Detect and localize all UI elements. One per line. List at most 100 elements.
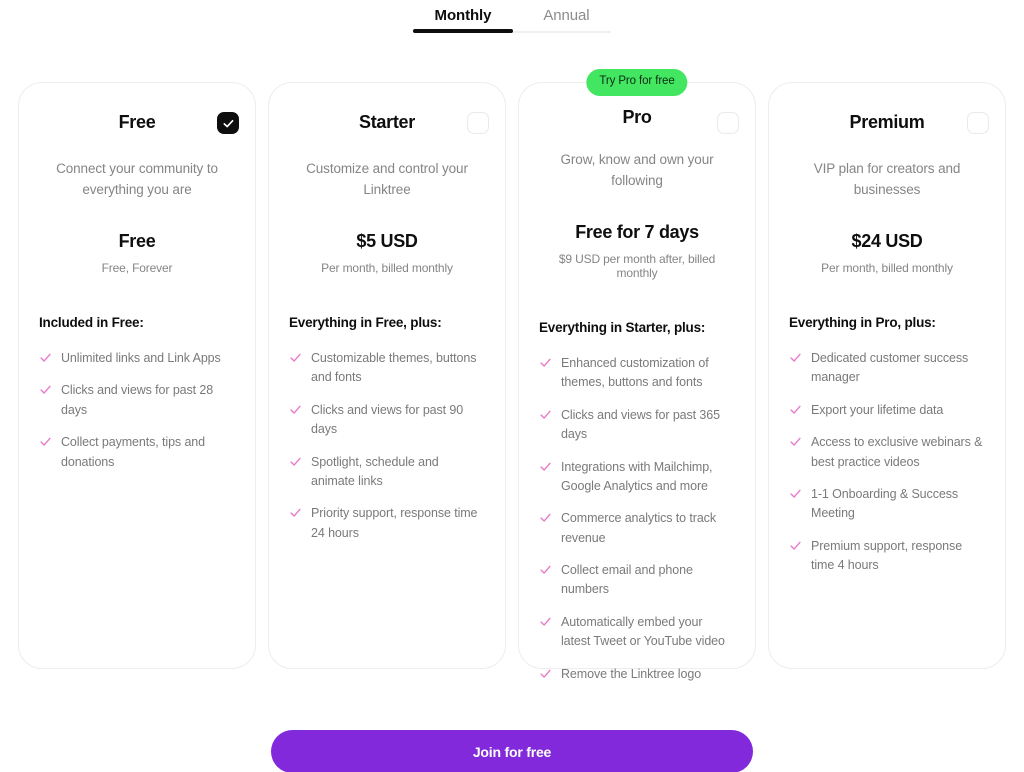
plan-features-starter: Customizable themes, buttons and fonts Cl… bbox=[289, 349, 485, 543]
plan-features-pro: Enhanced customization of themes, button… bbox=[539, 354, 735, 684]
plan-name-starter: Starter bbox=[359, 111, 415, 132]
feature-item: Export your lifetime data bbox=[789, 401, 985, 420]
plan-features-title-pro: Everything in Starter, plus: bbox=[539, 320, 706, 335]
feature-label: Dedicated customer success manager bbox=[811, 351, 969, 385]
plan-card-premium[interactable]: Premium VIP plan for creators and busine… bbox=[768, 82, 1006, 669]
check-icon bbox=[289, 506, 302, 519]
plan-price-pro: Free for 7 days bbox=[575, 222, 699, 242]
feature-item: Customizable themes, buttons and fonts bbox=[289, 349, 485, 388]
plan-select-checkbox-premium[interactable] bbox=[967, 112, 989, 134]
check-icon bbox=[789, 435, 802, 448]
plan-select-checkbox-pro[interactable] bbox=[717, 112, 739, 134]
plan-select-checkbox-starter[interactable] bbox=[467, 112, 489, 134]
check-icon bbox=[789, 403, 802, 416]
feature-item: Access to exclusive webinars & best prac… bbox=[789, 433, 985, 472]
feature-label: Clicks and views for past 365 days bbox=[561, 407, 720, 442]
plan-tagline-starter: Customize and control your Linktree bbox=[306, 161, 468, 197]
tabs-container: Monthly Annual bbox=[409, 0, 616, 42]
feature-label: Customizable themes, buttons and fonts bbox=[311, 351, 477, 385]
check-icon bbox=[39, 435, 52, 448]
plan-price-free: Free bbox=[118, 231, 156, 251]
check-icon bbox=[539, 460, 552, 473]
check-icon bbox=[789, 351, 802, 364]
plan-card-free[interactable]: Free Connect your community to everythin… bbox=[18, 82, 256, 669]
feature-label: Integrations with Mailchimp, Google Anal… bbox=[561, 459, 713, 493]
check-icon bbox=[539, 511, 552, 524]
feature-label: Automatically embed your latest Tweet or… bbox=[561, 614, 725, 649]
plan-header-free: Free bbox=[39, 107, 239, 137]
cta-container: Join for free bbox=[0, 730, 1024, 772]
check-icon bbox=[539, 615, 552, 628]
feature-label: Enhanced customization of themes, button… bbox=[561, 356, 709, 390]
feature-label: Commerce analytics to track revenue bbox=[561, 511, 716, 545]
plan-header-premium: Premium bbox=[789, 107, 989, 137]
feature-item: Integrations with Mailchimp, Google Anal… bbox=[539, 458, 735, 497]
join-for-free-button[interactable]: Join for free bbox=[271, 730, 753, 772]
pricing-page: Monthly Annual Free Connect your communi… bbox=[0, 0, 1024, 772]
plan-header-pro: Pro bbox=[539, 107, 739, 134]
plan-cards: Free Connect your community to everythin… bbox=[18, 69, 1006, 681]
feature-label: Export your lifetime data bbox=[811, 402, 944, 417]
check-icon bbox=[539, 408, 552, 421]
plan-price-starter: $5 USD bbox=[356, 231, 418, 251]
plan-price-note-free: Free, Forever bbox=[101, 261, 173, 275]
plan-name-premium: Premium bbox=[849, 111, 925, 132]
feature-label: Spotlight, schedule and animate links bbox=[311, 454, 439, 488]
plan-name-free: Free bbox=[118, 111, 156, 132]
plan-features-title-starter: Everything in Free, plus: bbox=[289, 315, 442, 330]
plan-price-premium: $24 USD bbox=[851, 231, 923, 251]
tab-active-underline bbox=[412, 29, 514, 33]
check-icon bbox=[39, 351, 52, 364]
billing-period-tabs: Monthly Annual bbox=[0, 0, 1024, 42]
plan-price-note-pro: $9 USD per month after, billed monthly bbox=[558, 252, 716, 280]
feature-item: Clicks and views for past 28 days bbox=[39, 381, 235, 420]
check-icon bbox=[289, 455, 302, 468]
feature-label: 1-1 Onboarding & Success Meeting bbox=[811, 486, 958, 521]
feature-item: Automatically embed your latest Tweet or… bbox=[539, 613, 735, 652]
feature-label: Collect payments, tips and donations bbox=[61, 435, 206, 469]
checkmark-icon bbox=[222, 119, 233, 127]
feature-item: Collect email and phone numbers bbox=[539, 561, 735, 600]
feature-label: Clicks and views for past 28 days bbox=[61, 383, 214, 417]
feature-item: Commerce analytics to track revenue bbox=[539, 509, 735, 548]
plan-features-premium: Dedicated customer success manager Export… bbox=[789, 349, 985, 575]
plan-card-pro[interactable]: Try Pro for free Pro Grow, know and own … bbox=[518, 69, 756, 681]
plan-badge-pro: Try Pro for free bbox=[586, 69, 688, 96]
feature-item: Clicks and views for past 365 days bbox=[539, 406, 735, 445]
feature-item: Dedicated customer success manager bbox=[789, 349, 985, 388]
check-icon bbox=[289, 351, 302, 364]
feature-item: 1-1 Onboarding & Success Meeting bbox=[789, 485, 985, 524]
plan-price-note-starter: Per month, billed monthly bbox=[321, 261, 453, 275]
plan-tagline-pro: Grow, know and own your following bbox=[560, 152, 714, 188]
check-icon bbox=[789, 487, 802, 500]
check-icon bbox=[539, 356, 552, 369]
plan-features-title-free: Included in Free: bbox=[39, 315, 144, 330]
feature-item: Enhanced customization of themes, button… bbox=[539, 354, 735, 393]
feature-label: Remove the Linktree logo bbox=[561, 666, 702, 681]
feature-label: Access to exclusive webinars & best prac… bbox=[811, 435, 983, 469]
feature-label: Collect email and phone numbers bbox=[561, 563, 693, 597]
feature-item: Clicks and views for past 90 days bbox=[289, 401, 485, 440]
feature-label: Priority support, response time 24 hours bbox=[311, 506, 478, 540]
tab-monthly[interactable]: Monthly bbox=[409, 0, 518, 23]
feature-item: Unlimited links and Link Apps bbox=[39, 349, 235, 368]
plan-features-title-premium: Everything in Pro, plus: bbox=[789, 315, 936, 330]
feature-item: Collect payments, tips and donations bbox=[39, 433, 235, 472]
feature-item: Remove the Linktree logo bbox=[539, 665, 735, 684]
plan-tagline-free: Connect your community to everything you… bbox=[56, 161, 218, 197]
plan-select-checkbox-free[interactable] bbox=[217, 112, 239, 134]
check-icon bbox=[39, 383, 52, 396]
check-icon bbox=[289, 403, 302, 416]
feature-label: Unlimited links and Link Apps bbox=[61, 351, 221, 365]
plan-price-note-premium: Per month, billed monthly bbox=[821, 261, 953, 275]
plan-tagline-premium: VIP plan for creators and businesses bbox=[813, 161, 961, 197]
plan-card-starter[interactable]: Starter Customize and control your Linkt… bbox=[268, 82, 506, 669]
feature-item: Spotlight, schedule and animate links bbox=[289, 453, 485, 492]
plan-name-pro: Pro bbox=[622, 107, 652, 127]
tab-annual[interactable]: Annual bbox=[517, 0, 615, 23]
check-icon bbox=[539, 667, 552, 680]
feature-item: Premium support, response time 4 hours bbox=[789, 537, 985, 576]
check-icon bbox=[789, 539, 802, 552]
feature-item: Priority support, response time 24 hours bbox=[289, 504, 485, 543]
check-icon bbox=[539, 563, 552, 576]
